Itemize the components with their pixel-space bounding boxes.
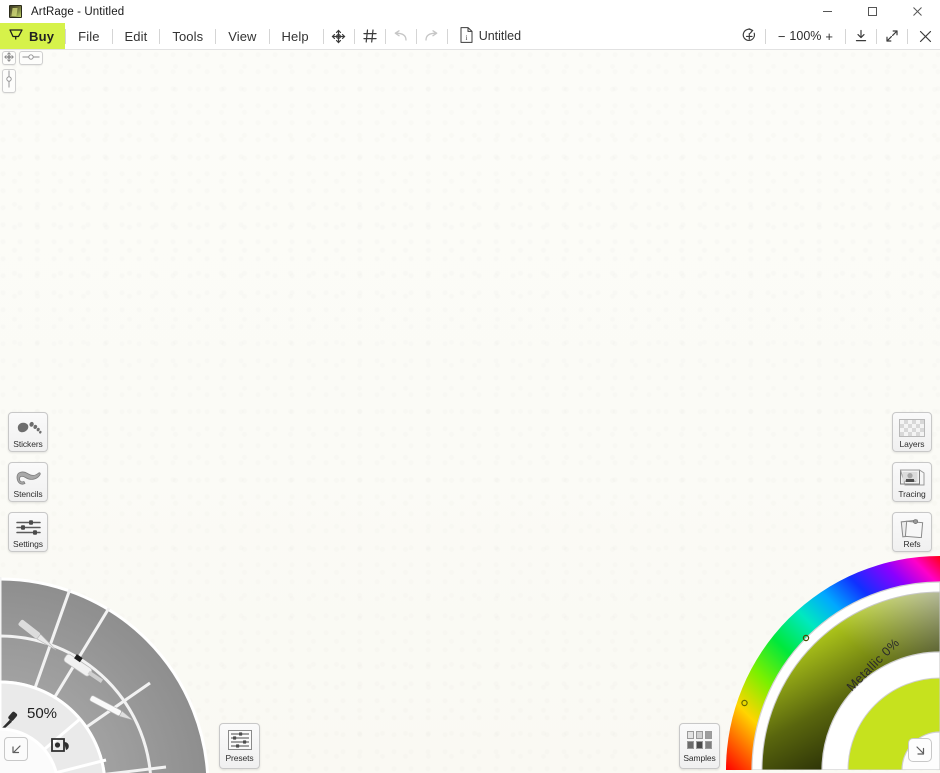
- sidebar-item-label: Layers: [899, 439, 925, 449]
- sidebar-item-label: Refs: [903, 539, 921, 549]
- pan-tool-icon[interactable]: [326, 23, 352, 49]
- menu-item-tools[interactable]: Tools: [160, 23, 215, 49]
- zoom-in-button[interactable]: +: [825, 29, 833, 44]
- buy-label: Buy: [29, 28, 55, 44]
- window-controls: [805, 0, 940, 23]
- horizontal-slider-widget[interactable]: [19, 51, 43, 65]
- color-wheel-collapse-button[interactable]: [908, 738, 932, 762]
- menu-item-file[interactable]: File: [66, 23, 111, 49]
- samples-button[interactable]: Samples: [679, 723, 720, 769]
- document-icon: i: [460, 26, 473, 46]
- menu-divider: [876, 28, 877, 44]
- shopping-cart-icon: [9, 28, 24, 44]
- canvas-mini-tools: [2, 51, 43, 93]
- grid-icon[interactable]: [357, 23, 383, 49]
- buy-button[interactable]: Buy: [0, 23, 66, 49]
- checkerboard-icon: [897, 416, 927, 439]
- menu-item-view[interactable]: View: [216, 23, 268, 49]
- fit-to-screen-icon[interactable]: [848, 23, 874, 49]
- undo-icon[interactable]: [388, 23, 414, 49]
- menu-divider: [384, 28, 386, 44]
- artrage-logo-icon: [8, 4, 24, 20]
- sidebar-item-tracing[interactable]: Tracing: [892, 462, 932, 502]
- four-way-arrow-icon: [4, 49, 14, 67]
- samples-grid-icon: [686, 727, 714, 753]
- presets-label: Presets: [225, 753, 254, 763]
- title-bar: ArtRage - Untitled: [0, 0, 940, 23]
- menu-bar: Buy File Edit Tools View Help i Untitled…: [0, 23, 940, 50]
- close-document-icon[interactable]: [910, 23, 940, 49]
- sidebar-item-refs[interactable]: Refs: [892, 512, 932, 552]
- menu-divider: [353, 28, 355, 44]
- move-handle-widget[interactable]: [2, 51, 16, 65]
- tool-wheel-collapse-button[interactable]: [4, 737, 28, 761]
- footprint-icon: [13, 416, 43, 439]
- menu-item-edit[interactable]: Edit: [113, 23, 160, 49]
- close-button[interactable]: [895, 0, 940, 23]
- zoom-level[interactable]: 100%: [789, 29, 821, 43]
- samples-label: Samples: [683, 753, 716, 763]
- maximize-button[interactable]: [850, 0, 895, 23]
- menu-divider: [764, 28, 766, 44]
- svg-text:i: i: [465, 34, 467, 42]
- vertical-slider-widget[interactable]: [2, 69, 16, 93]
- window-title: ArtRage - Untitled: [31, 5, 125, 18]
- menu-divider: [907, 28, 908, 44]
- horizontal-slider-icon: [21, 49, 41, 67]
- artrage-window: ArtRage - Untitled Buy File Edit Tools V…: [0, 0, 940, 773]
- color-wheel-rings: [726, 556, 940, 770]
- menu-item-help[interactable]: Help: [270, 23, 321, 49]
- expand-icon[interactable]: [879, 23, 905, 49]
- menu-right-group: − 100% +: [737, 23, 940, 49]
- sidebar-item-layers[interactable]: Layers: [892, 412, 932, 452]
- document-tab[interactable]: i Untitled: [450, 23, 531, 49]
- rotate-canvas-icon[interactable]: [737, 23, 763, 49]
- vertical-slider-icon: [4, 69, 14, 94]
- zoom-controls: − 100% +: [768, 23, 843, 49]
- tracing-photo-icon: [897, 466, 927, 489]
- presets-list-icon: [226, 727, 254, 753]
- menu-divider: [415, 28, 417, 44]
- menu-divider: [845, 28, 846, 44]
- color-picker-wheel[interactable]: Metallic 0%: [726, 556, 940, 773]
- menu-divider: [446, 28, 448, 44]
- menu-divider: [322, 28, 324, 44]
- zoom-out-button[interactable]: −: [778, 29, 786, 44]
- tool-wheel[interactable]: T 50%: [0, 447, 212, 773]
- tool-wheel-rings: T: [0, 577, 210, 773]
- pressure-value[interactable]: 50%: [27, 705, 57, 722]
- sidebar-item-stickers[interactable]: Stickers: [8, 412, 48, 452]
- document-name: Untitled: [478, 29, 522, 43]
- reference-images-icon: [897, 516, 927, 539]
- sidebar-item-label: Tracing: [898, 489, 926, 499]
- minimize-button[interactable]: [805, 0, 850, 23]
- presets-button[interactable]: Presets: [219, 723, 260, 769]
- redo-icon[interactable]: [419, 23, 445, 49]
